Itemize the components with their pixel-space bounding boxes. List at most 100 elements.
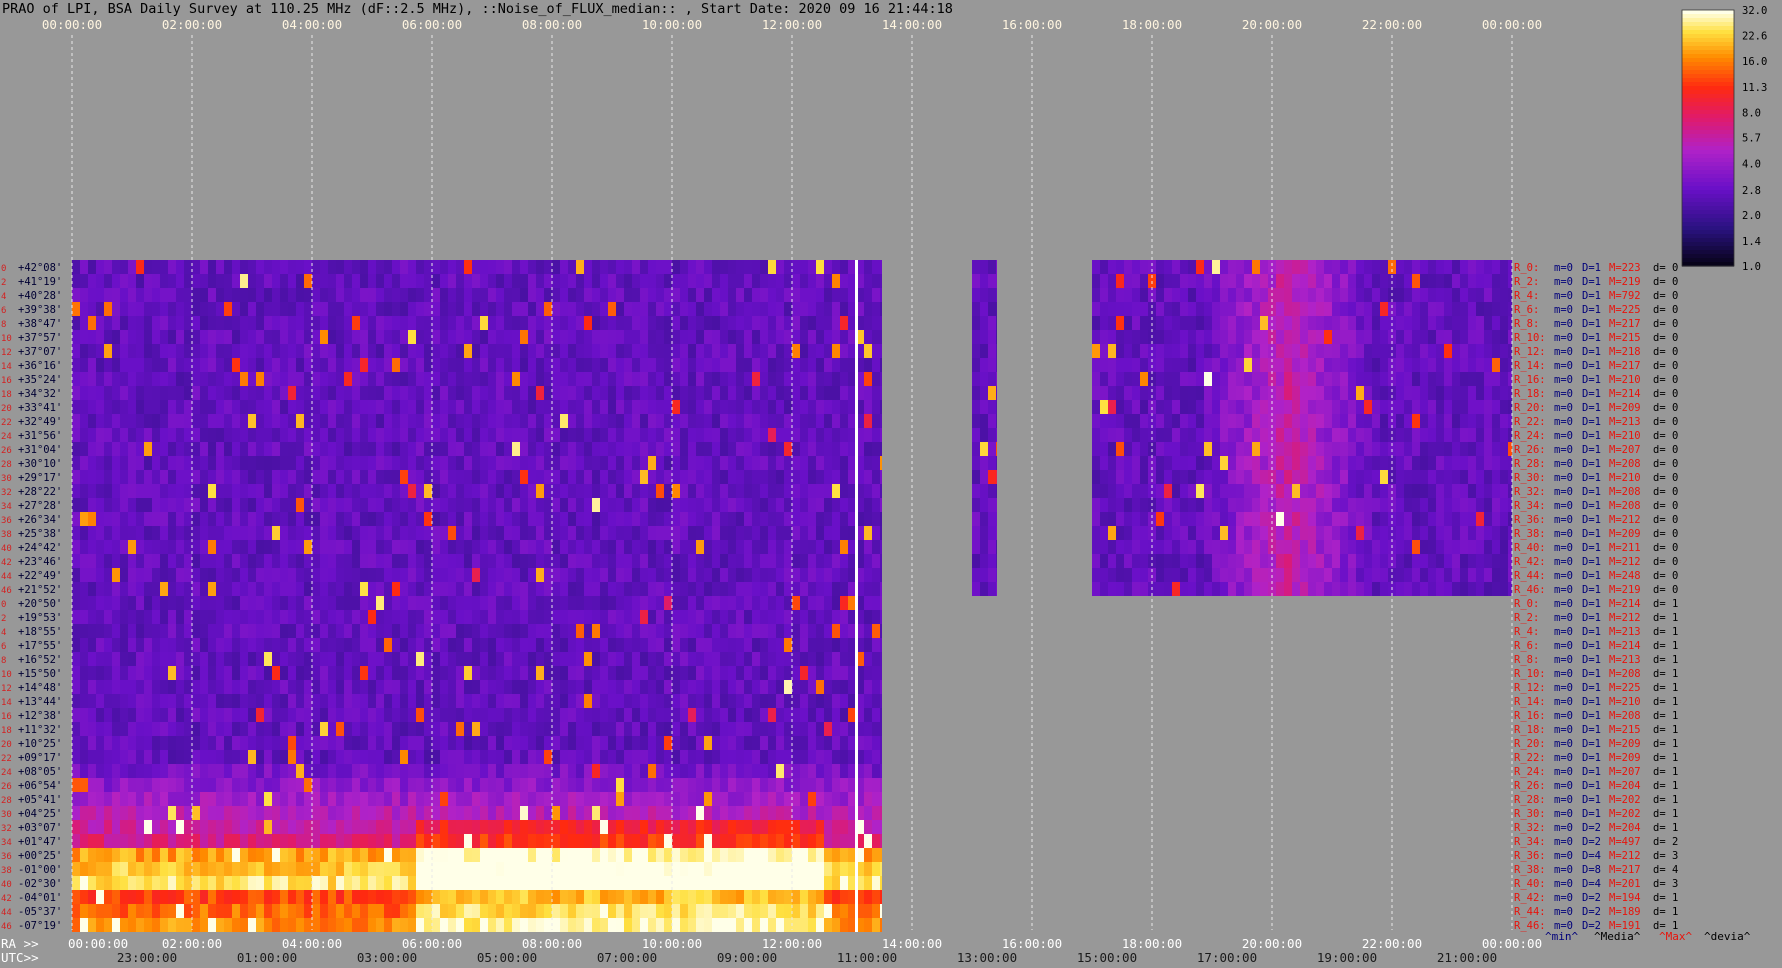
heatmap-cell bbox=[720, 442, 728, 456]
heatmap-cell bbox=[600, 624, 608, 638]
heatmap-cell bbox=[336, 372, 344, 386]
heatmap-cell bbox=[576, 526, 584, 540]
heatmap-cell bbox=[880, 330, 882, 344]
heatmap-cell bbox=[464, 498, 472, 512]
heatmap-cell bbox=[744, 372, 752, 386]
heatmap-cell bbox=[648, 540, 656, 554]
heatmap-cell bbox=[440, 778, 448, 792]
heatmap-cell bbox=[320, 554, 328, 568]
heatmap-cell bbox=[688, 820, 696, 834]
heatmap-cell bbox=[96, 582, 104, 596]
heatmap-cell bbox=[688, 414, 696, 428]
heatmap-cell bbox=[744, 834, 752, 848]
heatmap-cell bbox=[840, 750, 848, 764]
heatmap-cell bbox=[720, 260, 728, 274]
heatmap-cell bbox=[576, 316, 584, 330]
heatmap-cell bbox=[576, 834, 584, 848]
heatmap-cell bbox=[432, 694, 440, 708]
heatmap-cell bbox=[800, 540, 808, 554]
heatmap-cell bbox=[528, 456, 536, 470]
heatmap-cell bbox=[664, 456, 672, 470]
heatmap-cell bbox=[616, 904, 624, 918]
heatmap-cell bbox=[576, 386, 584, 400]
heatmap-cell bbox=[672, 484, 680, 498]
heatmap-cell bbox=[408, 750, 416, 764]
heatmap-cell bbox=[496, 722, 504, 736]
heatmap-cell bbox=[336, 358, 344, 372]
heatmap-cell bbox=[656, 456, 664, 470]
heatmap-cell bbox=[736, 456, 744, 470]
heatmap-cell bbox=[488, 470, 496, 484]
heatmap-cell bbox=[872, 554, 880, 568]
heatmap-cell bbox=[80, 568, 88, 582]
heatmap-cell bbox=[312, 288, 320, 302]
heatmap-cell bbox=[696, 638, 704, 652]
heatmap-cell bbox=[472, 540, 480, 554]
heatmap-cell bbox=[512, 428, 520, 442]
heatmap-cell bbox=[192, 624, 200, 638]
heatmap-cell bbox=[400, 722, 408, 736]
heatmap-cell bbox=[248, 722, 256, 736]
heatmap-cell bbox=[272, 498, 280, 512]
heatmap-cell bbox=[264, 624, 272, 638]
heatmap-cell bbox=[80, 456, 88, 470]
heatmap-cell bbox=[152, 498, 160, 512]
heatmap-cell bbox=[504, 694, 512, 708]
heatmap-cell bbox=[360, 694, 368, 708]
heatmap-cell bbox=[680, 302, 688, 316]
heatmap-cell bbox=[592, 386, 600, 400]
heatmap-cell bbox=[328, 540, 336, 554]
heatmap-cell bbox=[520, 666, 528, 680]
heatmap-cell bbox=[288, 442, 296, 456]
heatmap-cell bbox=[608, 792, 616, 806]
heatmap-cell bbox=[608, 624, 616, 638]
heatmap-cell bbox=[480, 386, 488, 400]
heatmap-cell bbox=[384, 288, 392, 302]
heatmap-cell bbox=[568, 750, 576, 764]
heatmap-cell bbox=[640, 848, 648, 862]
heatmap-cell bbox=[168, 470, 176, 484]
heatmap-cell bbox=[600, 358, 608, 372]
heatmap-cell bbox=[496, 582, 504, 596]
heatmap-cell bbox=[872, 736, 880, 750]
heatmap-cell bbox=[120, 666, 128, 680]
heatmap-cell bbox=[512, 400, 520, 414]
heatmap-cell bbox=[120, 694, 128, 708]
heatmap-cell bbox=[144, 890, 152, 904]
heatmap-cell bbox=[344, 736, 352, 750]
heatmap-cell bbox=[352, 316, 360, 330]
heatmap-cell bbox=[424, 526, 432, 540]
heatmap-cell bbox=[696, 764, 704, 778]
heatmap-cell bbox=[120, 890, 128, 904]
heatmap-cell bbox=[672, 526, 680, 540]
heatmap-cell bbox=[560, 652, 568, 666]
heatmap-cell bbox=[664, 806, 672, 820]
heatmap-cell bbox=[320, 624, 328, 638]
heatmap-cell bbox=[280, 666, 288, 680]
heatmap-cell bbox=[972, 568, 980, 582]
heatmap-cell bbox=[376, 792, 384, 806]
heatmap-cell bbox=[608, 638, 616, 652]
heatmap-cell bbox=[720, 834, 728, 848]
heatmap-cell bbox=[688, 624, 696, 638]
heatmap-cell bbox=[328, 918, 336, 932]
heatmap-cell bbox=[152, 904, 160, 918]
heatmap-cell bbox=[728, 498, 736, 512]
heatmap-cell bbox=[776, 386, 784, 400]
heatmap-cell bbox=[96, 834, 104, 848]
heatmap-cell bbox=[272, 554, 280, 568]
heatmap-cell bbox=[280, 638, 288, 652]
heatmap-cell bbox=[384, 372, 392, 386]
heatmap-cell bbox=[416, 736, 424, 750]
heatmap-cell bbox=[576, 442, 584, 456]
heatmap-cell bbox=[352, 708, 360, 722]
heatmap-cell bbox=[672, 428, 680, 442]
heatmap-cell bbox=[768, 484, 776, 498]
heatmap-cell bbox=[980, 372, 988, 386]
heatmap-cell bbox=[344, 694, 352, 708]
heatmap-cell bbox=[480, 470, 488, 484]
heatmap-cell bbox=[720, 568, 728, 582]
heatmap-cell bbox=[160, 470, 168, 484]
heatmap-cell bbox=[672, 470, 680, 484]
heatmap-cell bbox=[184, 260, 192, 274]
